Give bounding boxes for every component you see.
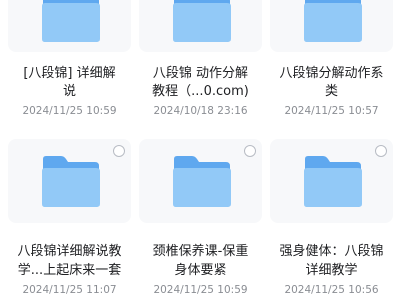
folder-icon [173,156,231,207]
folder-thumbnail[interactable] [139,139,262,223]
folder-name-line2: 学...上起床来一套 [17,263,122,278]
folder-thumbnail[interactable] [8,139,131,223]
folder-name-line2: 详细教学 [305,263,358,278]
folder-date: 2024/11/25 10:56 [284,284,379,296]
folder-thumbnail[interactable] [270,139,393,223]
folder-icon [42,156,100,207]
folder-icon [42,0,100,42]
folder-name-line2: 身体要紧 [174,263,227,278]
folder-name-line2: 教程（...0.com) [152,84,249,99]
select-checkbox[interactable] [244,145,256,157]
select-checkbox[interactable] [113,145,125,157]
folder-icon [304,156,362,207]
select-checkbox[interactable] [375,145,387,157]
folder-name-line2: 说 [62,84,76,99]
file-grid: [八段锦] 详细解 说 2024/11/25 10:59 八段锦 动作分解 教程… [0,0,400,299]
folder-date: 2024/11/25 10:59 [153,284,248,296]
folder-icon [173,0,231,42]
folder-icon [304,0,362,42]
folder-date: 2024/10/18 23:16 [153,105,248,117]
folder-thumbnail[interactable] [8,0,131,52]
folder-thumbnail[interactable] [139,0,262,52]
folder-date: 2024/11/25 10:57 [284,105,379,117]
folder-thumbnail[interactable] [270,0,393,52]
folder-date: 2024/11/25 11:07 [22,284,117,296]
folder-date: 2024/11/25 10:59 [22,105,117,117]
folder-name-line2: 类 [324,84,338,99]
